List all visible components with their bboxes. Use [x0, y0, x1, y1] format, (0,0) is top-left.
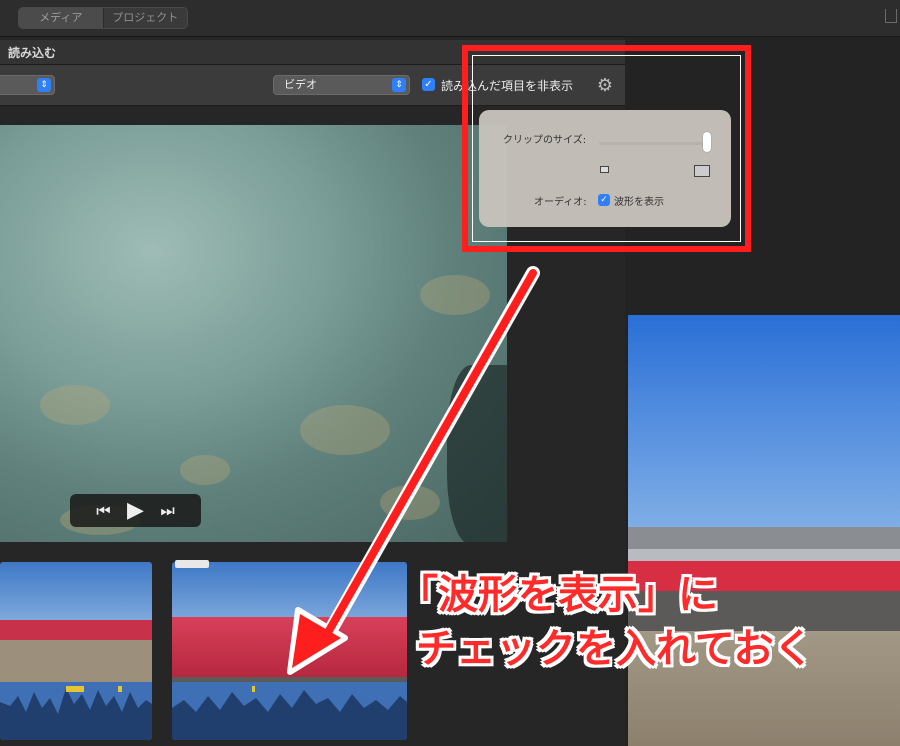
hide-imported-checkbox[interactable]: ✓ — [422, 78, 435, 91]
share-icon[interactable] — [885, 9, 897, 23]
popup-arrows-icon: ⇕ — [392, 78, 406, 92]
clip-duration-badge — [175, 560, 209, 568]
viewer — [628, 315, 900, 746]
media-type-value: ビデオ — [284, 78, 317, 91]
popup-arrows-icon: ⇕ — [37, 78, 51, 92]
window-title: 読み込む — [8, 46, 57, 60]
play-icon[interactable]: ▶ — [127, 494, 144, 527]
media-type-popup[interactable]: ビデオ ⇕ — [273, 75, 410, 95]
skip-back-icon[interactable]: ⏮ — [96, 494, 110, 527]
annotation-text-line-2: チェックを入れておく — [416, 626, 814, 672]
tab-media[interactable]: メディア — [19, 8, 104, 28]
audio-waveform — [0, 682, 152, 740]
media-project-segmented-control[interactable]: メディア プロジェクト — [18, 7, 188, 29]
annotation-text-line-1: 「波形を表示」に — [398, 572, 718, 618]
video-preview — [0, 125, 507, 542]
clip-thumbnail[interactable] — [172, 562, 407, 740]
highlight-box — [462, 45, 751, 252]
audio-waveform — [172, 682, 407, 740]
tab-projects[interactable]: プロジェクト — [104, 8, 188, 28]
skip-forward-icon[interactable]: ⏭ — [160, 494, 174, 527]
clip-thumbnail[interactable] — [0, 562, 152, 740]
playback-controls: ⏮ ▶ ⏭ — [70, 494, 201, 527]
source-popup[interactable]: ⇕ — [0, 75, 55, 95]
